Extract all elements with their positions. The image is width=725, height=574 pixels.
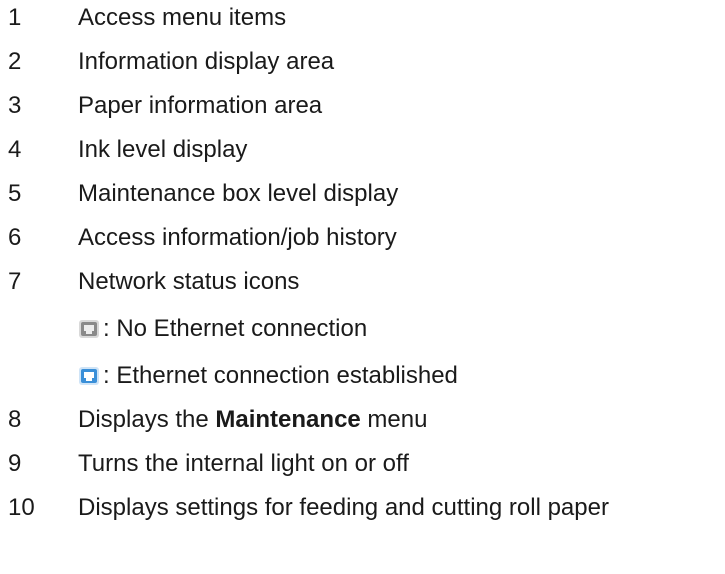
list-item: 2 Information display area	[0, 44, 725, 80]
list-item: 5 Maintenance box level display	[0, 176, 725, 212]
list-item: 9 Turns the internal light on or off	[0, 446, 725, 482]
item-text: Displays settings for feeding and cuttin…	[78, 494, 609, 521]
item-number: 6	[8, 224, 22, 251]
item-number: 5	[8, 180, 22, 207]
item-text: Ink level display	[78, 136, 248, 163]
list-item: 7 Network status icons	[0, 264, 725, 300]
item-number: 3	[8, 92, 22, 119]
network-status-row: : No Ethernet connection	[0, 311, 725, 347]
item-number: 7	[8, 268, 22, 295]
item-number: 1	[8, 4, 22, 31]
network-status-text: : Ethernet connection established	[103, 362, 458, 389]
list-item: 3 Paper information area	[0, 88, 725, 124]
item-number: 2	[8, 48, 22, 75]
text-bold-maintenance: Maintenance	[215, 406, 361, 433]
item-text: Access menu items	[78, 4, 287, 31]
list-item: 4 Ink level display	[0, 132, 725, 168]
item-number: 4	[8, 136, 22, 163]
item-text: Information display area	[78, 48, 335, 75]
item-number: 9	[8, 450, 22, 477]
ethernet-connected-icon	[78, 362, 100, 385]
list-item: 1 Access menu items	[0, 0, 725, 36]
network-status-text: : No Ethernet connection	[103, 315, 368, 342]
item-text: Network status icons	[78, 268, 300, 295]
item-text: Displays the Maintenance menu	[78, 402, 427, 438]
item-number: 10	[8, 494, 35, 521]
item-text: Turns the internal light on or off	[78, 450, 409, 477]
list-item: 8 Displays the Maintenance menu	[0, 402, 725, 438]
item-text: Access information/job history	[78, 224, 397, 251]
network-status-row: : Ethernet connection established	[0, 358, 725, 394]
item-text: Maintenance box level display	[78, 180, 399, 207]
list-item: 10 Displays settings for feeding and cut…	[0, 490, 725, 526]
list-item: 6 Access information/job history	[0, 220, 725, 256]
ethernet-disconnected-icon	[78, 315, 100, 338]
item-text: Paper information area	[78, 92, 323, 119]
text-plain: Displays the	[78, 406, 216, 433]
text-plain: menu	[360, 406, 428, 433]
item-number: 8	[8, 406, 22, 433]
